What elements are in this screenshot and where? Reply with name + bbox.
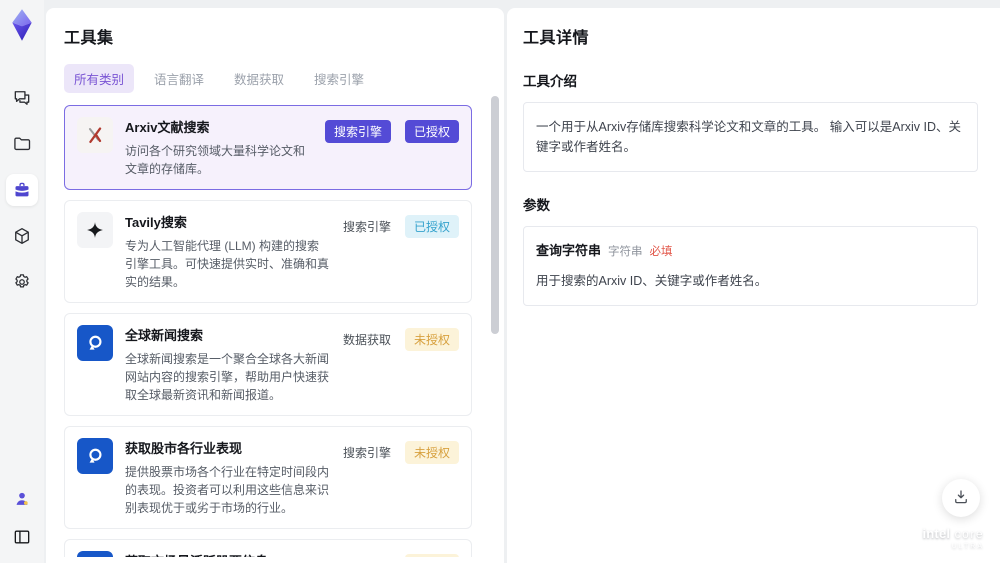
q-logo-icon (77, 325, 113, 361)
page-title: 工具集 (64, 30, 114, 47)
tool-title: Arxiv文献搜索 (125, 120, 210, 135)
intel-wordmark: intel (922, 525, 951, 541)
category-tab-3[interactable]: 搜索引擎 (304, 64, 374, 93)
tool-title: 获取股市各行业表现 (125, 441, 243, 456)
param-type: 字符串 (608, 246, 643, 258)
tool-details-panel: 工具详情 工具介绍 一个用于从Arxiv存储库搜索科学论文和文章的工具。 输入可… (507, 8, 1000, 563)
q-logo-icon (77, 438, 113, 474)
sidebar-item-cube[interactable] (6, 220, 38, 252)
tool-title: Tavily搜索 (125, 215, 187, 230)
download-icon (952, 488, 970, 509)
q-logo-icon (77, 551, 113, 557)
category-tab-0[interactable]: 所有类别 (64, 64, 135, 93)
sidebar-item-settings[interactable] (6, 266, 38, 298)
intel-core-badge: intel core ULTRA (922, 525, 984, 551)
param-description: 用于搜索的Arxiv ID、关键字或作者姓名。 (536, 273, 768, 288)
scrollbar-track[interactable] (491, 94, 499, 559)
app-sidebar (0, 0, 44, 563)
tool-category-badge: 数据获取 (342, 333, 391, 347)
scrollbar-thumb[interactable] (491, 96, 499, 334)
tool-title: 获取市场最活跃股票信息 (125, 551, 331, 557)
intro-text-box: 一个用于从Arxiv存储库搜索科学论文和文章的工具。 输入可以是Arxiv ID… (523, 102, 978, 172)
param-required-flag: 必填 (649, 246, 673, 258)
tool-list-item[interactable]: Tavily搜索 专为人工智能代理 (LLM) 构建的搜索引擎工具。可快速提供实… (64, 200, 472, 303)
sidebar-item-folder[interactable] (6, 128, 38, 160)
tool-category-badge: 搜索引擎 (342, 220, 391, 234)
tool-description: 访问各个研究领域大量科学论文和文章的存储库。 (125, 144, 306, 176)
profile-avatar-icon[interactable] (6, 483, 38, 515)
tool-list-item[interactable]: 全球新闻搜索 全球新闻搜索是一个聚合全球各大新闻网站内容的搜索引擎，帮助用户快速… (64, 313, 472, 416)
category-tab-1[interactable]: 语言翻译 (144, 64, 214, 93)
tool-status-badge: 已授权 (404, 215, 459, 238)
core-wordmark: core (954, 526, 984, 541)
category-tab-2[interactable]: 数据获取 (224, 64, 294, 93)
tool-status-badge: 未授权 (404, 554, 459, 557)
details-title: 工具详情 (523, 30, 590, 47)
sidebar-item-chat[interactable] (6, 82, 38, 114)
download-button[interactable] (942, 479, 980, 517)
tool-description: 专为人工智能代理 (LLM) 构建的搜索引擎工具。可快速提供实时、准确和真实的结… (125, 239, 330, 289)
tool-category-badge: 搜索引擎 (324, 120, 391, 143)
intro-heading: 工具介绍 (523, 74, 577, 89)
params-heading: 参数 (523, 198, 550, 213)
tool-description: 全球新闻搜索是一个聚合全球各大新闻网站内容的搜索引擎，帮助用户快速获取全球最新资… (125, 352, 330, 402)
tool-description: 提供股票市场各个行业在特定时间段内的表现。投资者可以利用这些信息来识别表现优于或… (125, 465, 330, 515)
tool-list: Arxiv文献搜索 访问各个研究领域大量科学论文和文章的存储库。 搜索引擎 已授… (64, 105, 486, 557)
tools-panel: 工具集 所有类别 语言翻译 数据获取 搜索引擎 Arxiv文献搜索 访问各个研究领域大… (46, 8, 504, 563)
app-logo-icon (7, 8, 37, 42)
param-name: 查询字符串 (536, 243, 602, 258)
collapse-panel-icon[interactable] (6, 521, 38, 553)
arxiv-logo-icon (77, 117, 113, 153)
tool-list-item[interactable]: 获取市场最活跃股票信息 提供当天交易量最高的股票列表，投资者可以利用这些信息来识… (64, 539, 472, 557)
sidebar-item-toolbox[interactable] (6, 174, 38, 206)
tool-status-badge: 未授权 (404, 441, 459, 464)
ultra-wordmark: ULTRA (951, 543, 984, 551)
tool-title: 全球新闻搜索 (125, 328, 204, 343)
tool-category-badge: 搜索引擎 (343, 554, 391, 557)
tool-list-item[interactable]: 获取股市各行业表现 提供股票市场各个行业在特定时间段内的表现。投资者可以利用这些… (64, 426, 472, 529)
sparkle-icon (77, 212, 113, 248)
param-box: 查询字符串 字符串 必填 用于搜索的Arxiv ID、关键字或作者姓名。 (523, 226, 978, 306)
category-tabs: 所有类别 语言翻译 数据获取 搜索引擎 (64, 64, 486, 93)
tool-status-badge: 已授权 (404, 120, 459, 143)
tool-status-badge: 未授权 (404, 328, 459, 351)
tool-list-item[interactable]: Arxiv文献搜索 访问各个研究领域大量科学论文和文章的存储库。 搜索引擎 已授… (64, 105, 472, 190)
tool-category-badge: 搜索引擎 (342, 446, 391, 460)
